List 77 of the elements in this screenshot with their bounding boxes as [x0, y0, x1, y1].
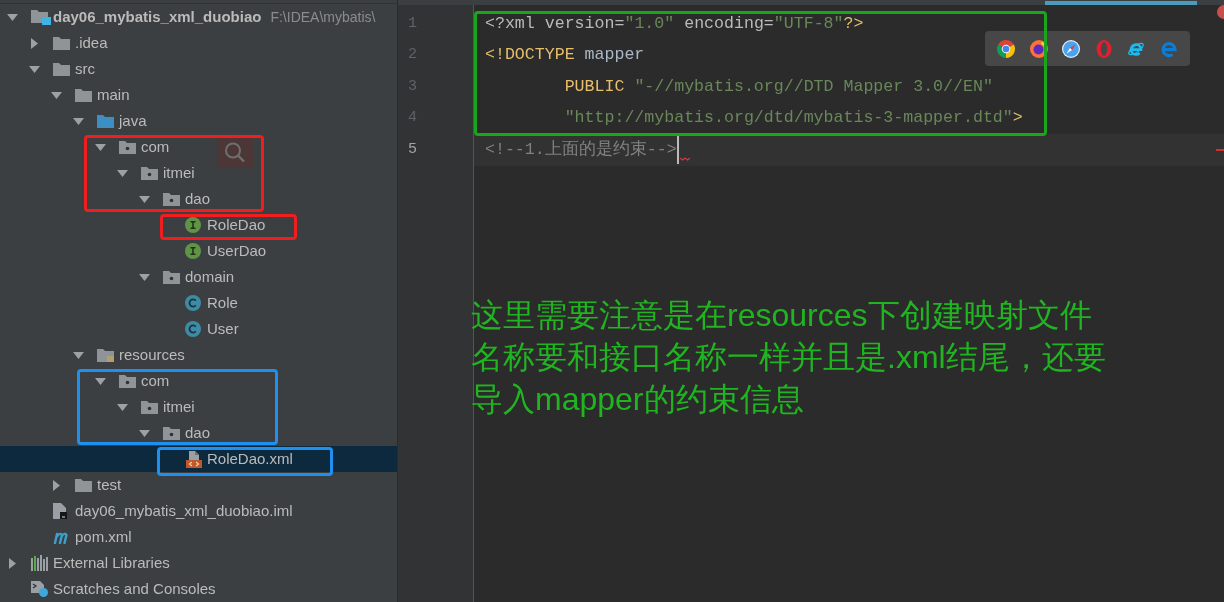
tree-item-label[interactable]: test — [97, 476, 122, 494]
chrome-icon[interactable] — [997, 39, 1015, 58]
project-folder-icon — [31, 9, 51, 25]
code-line: <!--1.上面的是约束--> — [485, 139, 677, 160]
code-line: PUBLIC "-//mybatis.org//DTD Mapper 3.0//EN" — [563, 76, 993, 97]
package-folder-icon — [163, 426, 180, 440]
tree-item-label[interactable]: dao — [185, 190, 211, 208]
caret-down-icon[interactable] — [94, 143, 106, 151]
code-line: "http://mybatis.org/dtd/mybatis-3-mapper.dtd"> — [563, 108, 1023, 129]
class-icon — [185, 321, 201, 337]
caret-down-icon[interactable] — [116, 169, 128, 177]
library-bars-icon — [31, 555, 48, 571]
scratch-file-icon — [31, 581, 48, 597]
caret-down-icon[interactable] — [50, 91, 62, 99]
package-folder-icon — [141, 166, 158, 180]
caret-right-icon[interactable] — [30, 37, 38, 49]
tree-item-label[interactable]: External Libraries — [53, 554, 170, 572]
tree-item-label[interactable]: itmei — [163, 164, 195, 182]
folder-icon — [75, 478, 92, 492]
tree-item-label[interactable]: com — [141, 372, 170, 390]
code-line: <?xml version="1.0" encoding="UTF-8"?> — [485, 13, 864, 34]
tree-item-label[interactable]: itmei — [163, 398, 195, 416]
project-path: F:\IDEA\mybatis\ — [270, 8, 376, 26]
caret-right-icon[interactable] — [52, 479, 60, 491]
package-folder-icon — [163, 192, 180, 206]
interface-icon — [185, 217, 201, 233]
maven-file-icon — [53, 530, 71, 544]
package-folder-icon — [141, 400, 158, 414]
package-folder-icon — [119, 374, 136, 388]
annotation-note: 这里需要注意是在resources下创建映射文件 名称要和接口名称一样并且是.xml结尾，还要 导入mapper的约束信息 — [471, 296, 1106, 419]
line-number: 5 — [408, 140, 417, 159]
tree-item-label[interactable]: com — [141, 138, 170, 156]
tree-item-label[interactable]: src — [75, 60, 95, 78]
tree-item-label[interactable]: Scratches and Consoles — [53, 580, 216, 598]
caret-down-icon[interactable] — [28, 65, 40, 73]
tree-item-label[interactable]: day06_mybatis_xml_duobiao — [53, 8, 262, 26]
caret-down-icon[interactable] — [138, 195, 150, 203]
tree-item-label[interactable]: day06_mybatis_xml_duobiao.iml — [75, 502, 293, 520]
tree-item-label[interactable]: UserDao — [207, 242, 267, 260]
interface-icon — [185, 243, 201, 259]
caret-down-icon[interactable] — [72, 117, 84, 125]
selected-row-highlight[interactable]: RoleDao.xml — [0, 446, 397, 472]
caret-down-icon[interactable] — [138, 273, 150, 281]
caret-down-icon[interactable] — [138, 429, 150, 437]
tree-item-label[interactable]: RoleDao.xml — [207, 450, 293, 468]
error-indicator-icon — [1214, 5, 1224, 19]
caret-down-icon[interactable] — [72, 351, 84, 359]
class-icon — [185, 295, 201, 311]
caret-down-icon[interactable] — [6, 13, 18, 21]
folder-icon — [53, 36, 70, 50]
xml-file-icon — [185, 450, 202, 468]
folder-icon — [75, 88, 92, 102]
tree-item-label[interactable]: User — [207, 320, 239, 338]
safari-icon[interactable] — [1062, 39, 1081, 58]
tree-item-label[interactable]: main — [97, 86, 130, 104]
tree-item-label[interactable]: .idea — [75, 34, 108, 52]
folder-icon — [53, 62, 70, 76]
tree-item-label[interactable]: dao — [185, 424, 211, 442]
code-line: <!DOCTYPE mapper — [485, 45, 645, 66]
tree-item-label[interactable]: pom.xml — [75, 528, 132, 546]
tree-item-label[interactable]: resources — [119, 346, 185, 364]
package-folder-icon — [119, 140, 136, 154]
caret-down-icon[interactable] — [116, 403, 128, 411]
tree-item-label[interactable]: Role — [207, 294, 238, 312]
tree-item-label[interactable]: domain — [185, 268, 235, 286]
edge-icon[interactable] — [1159, 39, 1178, 58]
tree-item-label[interactable]: RoleDao — [207, 216, 266, 234]
package-folder-icon — [163, 270, 180, 284]
module-file-icon — [53, 503, 67, 519]
search-icon — [217, 137, 253, 168]
source-folder-icon — [97, 114, 114, 128]
caret-right-icon[interactable] — [8, 557, 16, 569]
caret-down-icon[interactable] — [94, 377, 106, 385]
resources-folder-icon — [97, 348, 114, 362]
tree-item-label[interactable]: java — [119, 112, 147, 130]
text-cursor — [676, 135, 679, 165]
firefox-icon[interactable] — [1029, 39, 1048, 58]
